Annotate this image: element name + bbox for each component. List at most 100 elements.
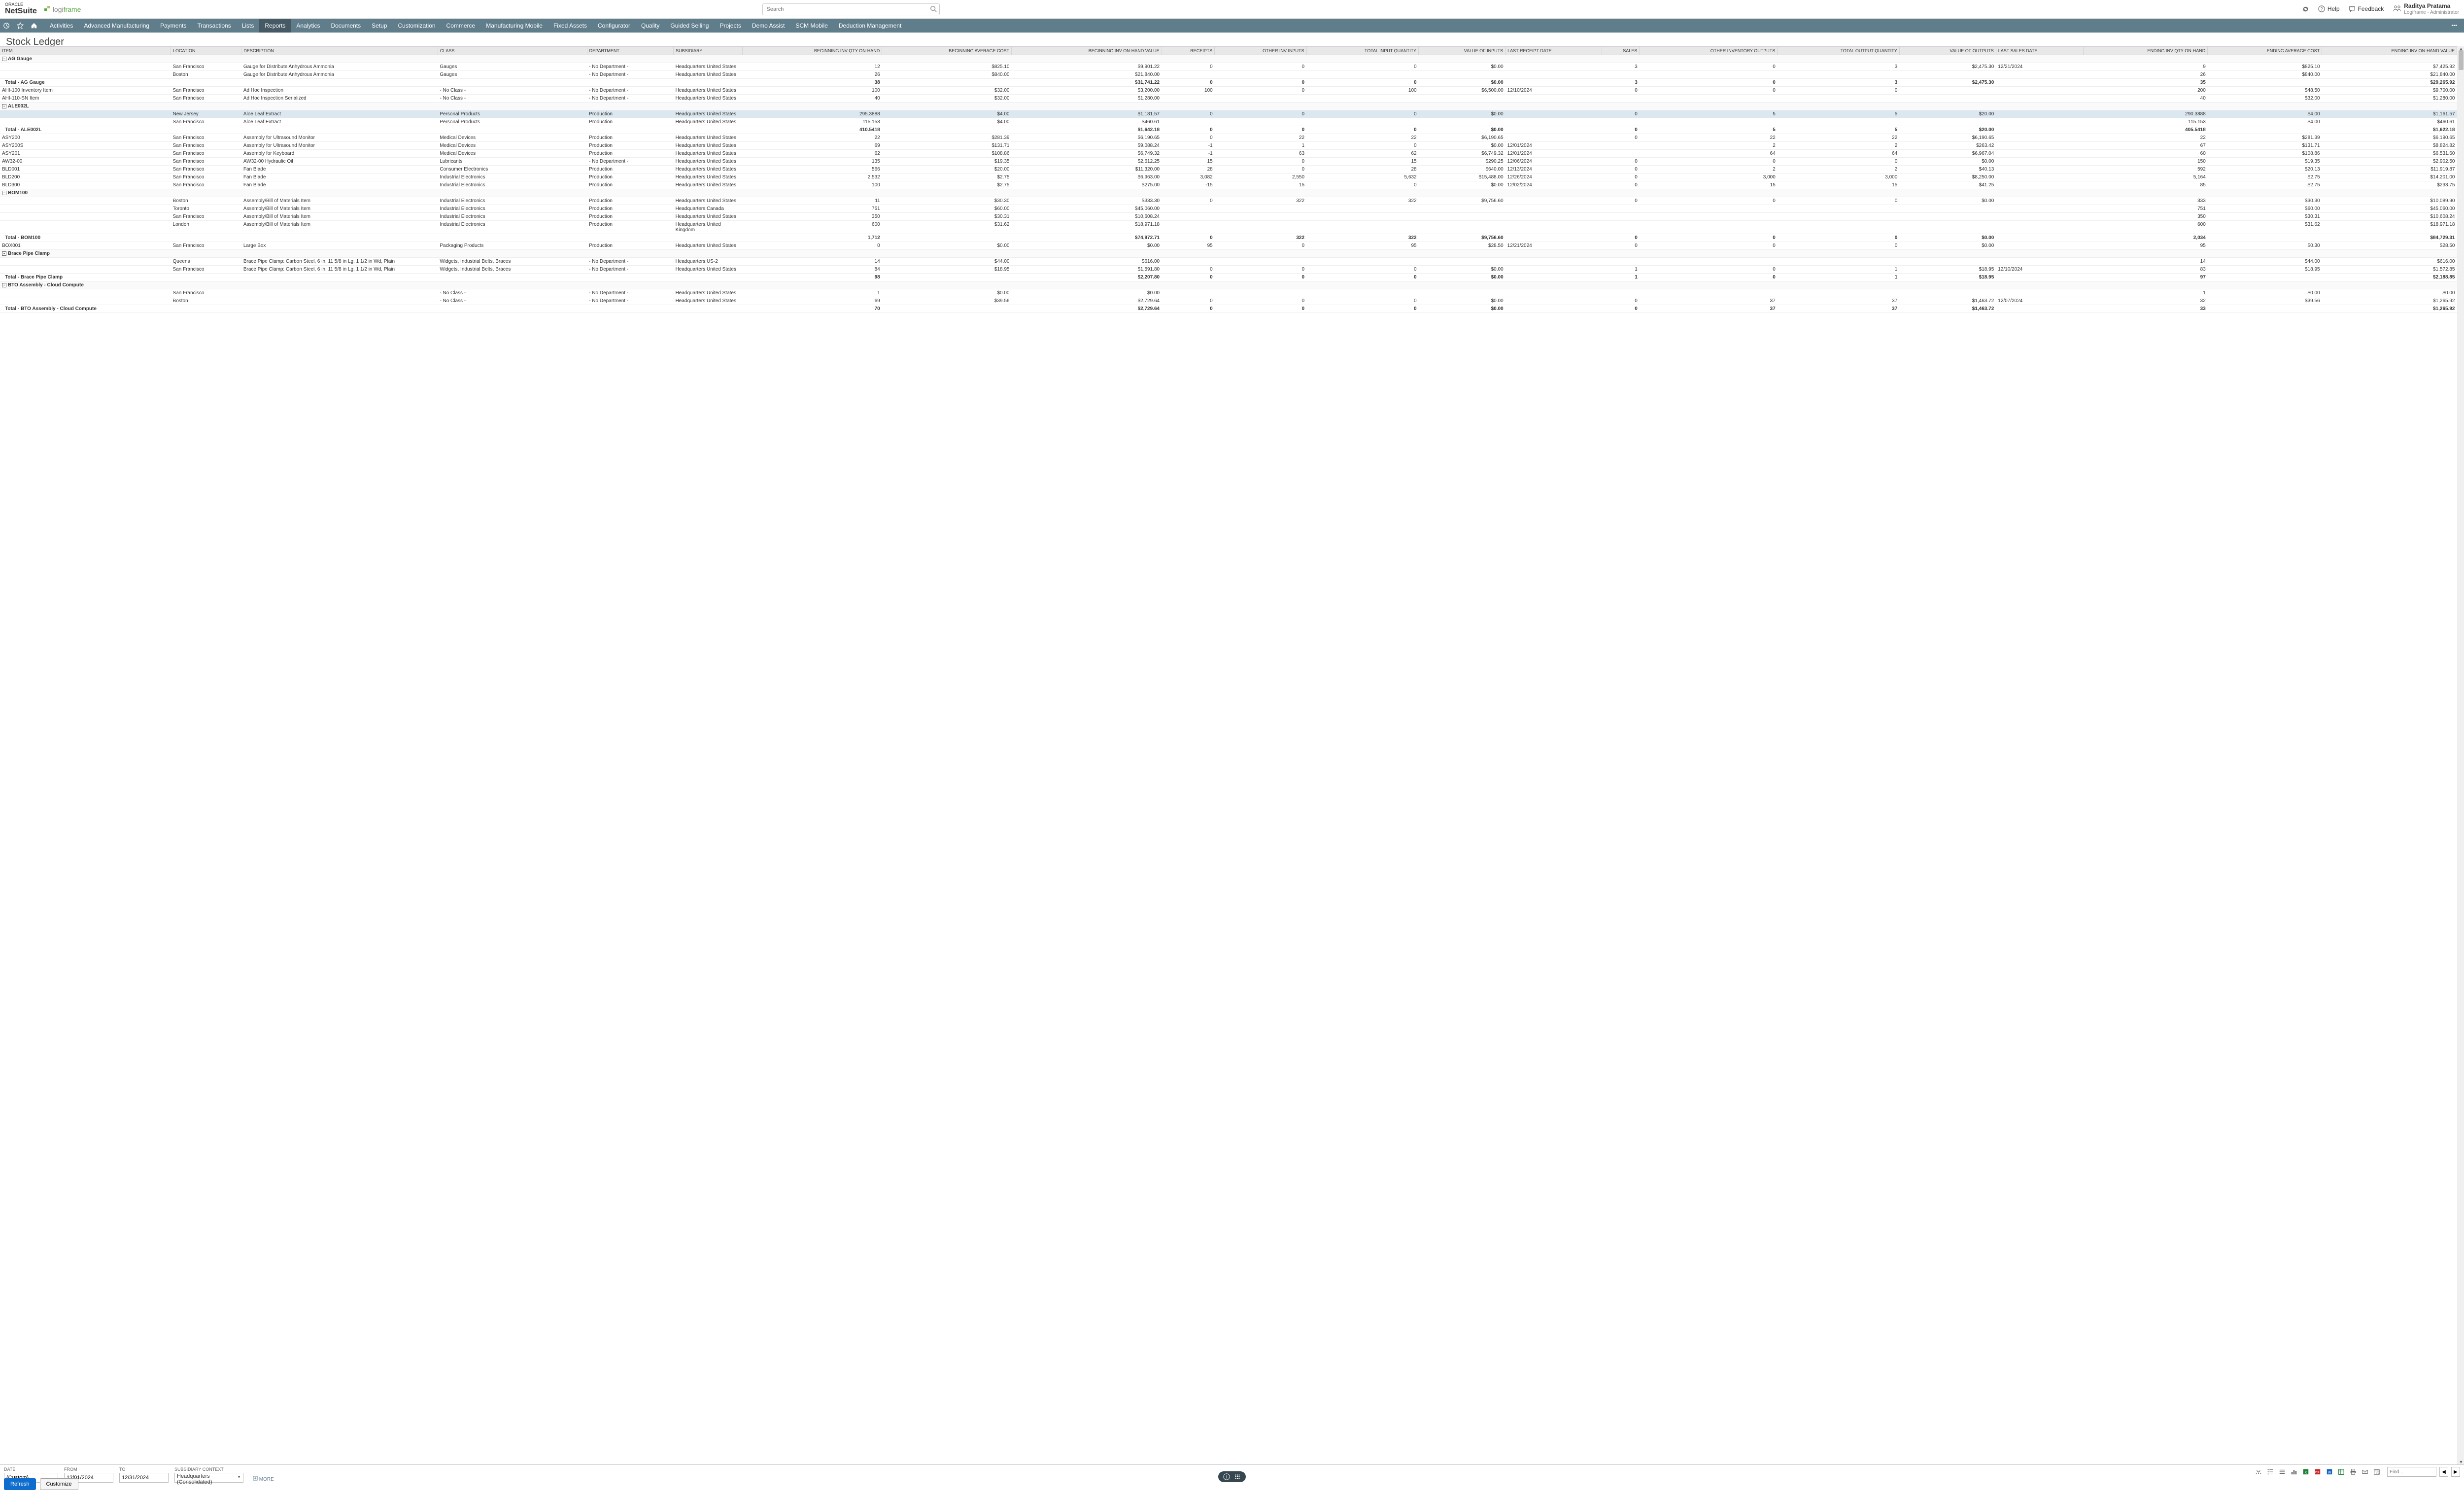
recent-icon[interactable]	[3, 22, 17, 29]
table-row[interactable]: ASY200SSan FranciscoAssembly for Ultraso…	[0, 142, 2457, 150]
col-header[interactable]: LAST RECEIPT DATE	[1506, 47, 1602, 55]
list-icon[interactable]	[2279, 1468, 2286, 1475]
col-header[interactable]: RECEIPTS	[1162, 47, 1215, 55]
floating-helper[interactable]: i	[1218, 1471, 1246, 1482]
more-filters-link[interactable]: MORE	[253, 1476, 274, 1482]
table-row[interactable]: San FranciscoAloe Leaf ExtractPersonal P…	[0, 118, 2457, 126]
col-header[interactable]: SALES	[1602, 47, 1640, 55]
scroll-thumb[interactable]	[2459, 50, 2464, 70]
subsidiary-select[interactable]: Headquarters (Consolidated)	[174, 1473, 243, 1483]
col-header[interactable]: OTHER INVENTORY OUTPUTS	[1640, 47, 1778, 55]
export-csv-icon[interactable]	[2338, 1468, 2345, 1475]
help-link[interactable]: ? Help	[2318, 5, 2340, 12]
chart-icon[interactable]	[2291, 1468, 2297, 1475]
expand-toggle[interactable]: -	[2, 57, 6, 61]
user-menu[interactable]: Raditya Pratama Logiframe - Administrato…	[2393, 2, 2459, 15]
nav-analytics[interactable]: Analytics	[291, 19, 325, 33]
col-header[interactable]: TOTAL INPUT QUANTITY	[1306, 47, 1419, 55]
export-pdf-icon[interactable]: PDF	[2314, 1468, 2321, 1475]
table-row[interactable]: -BOM100	[0, 189, 2457, 197]
info-icon[interactable]: i	[1223, 1473, 1230, 1480]
schedule-icon[interactable]	[2373, 1468, 2380, 1475]
nav-transactions[interactable]: Transactions	[192, 19, 236, 33]
nav-guided-selling[interactable]: Guided Selling	[665, 19, 714, 33]
col-header[interactable]: VALUE OF OUTPUTS	[1899, 47, 1996, 55]
table-row[interactable]: BostonAssembly/Bill of Materials ItemInd…	[0, 197, 2457, 205]
sync-icon[interactable]	[2302, 5, 2309, 13]
nav-manufacturing-mobile[interactable]: Manufacturing Mobile	[480, 19, 548, 33]
outline-icon[interactable]	[2267, 1468, 2274, 1475]
table-row[interactable]: AW32-00San FranciscoAW32-00 Hydraulic Oi…	[0, 158, 2457, 166]
table-row[interactable]: San FranciscoBrace Pipe Clamp: Carbon St…	[0, 266, 2457, 274]
table-row[interactable]: AHI-100 Inventory ItemSan FranciscoAd Ho…	[0, 87, 2457, 95]
export-doc-icon[interactable]: W	[2326, 1468, 2333, 1475]
col-header[interactable]: BEGINNING INV ON-HAND VALUE	[1011, 47, 1162, 55]
col-header[interactable]: BEGINNING AVERAGE COST	[882, 47, 1012, 55]
col-header[interactable]: LOCATION	[171, 47, 241, 55]
refresh-button[interactable]: Refresh	[4, 1478, 36, 1490]
nav-advanced-manufacturing[interactable]: Advanced Manufacturing	[78, 19, 155, 33]
table-row[interactable]: ASY201San FranciscoAssembly for Keyboard…	[0, 150, 2457, 158]
nav-customization[interactable]: Customization	[393, 19, 441, 33]
nav-reports[interactable]: Reports	[259, 19, 291, 33]
table-row[interactable]: Total - AG Gauge38$31,741.22000$0.00303$…	[0, 79, 2457, 87]
table-row[interactable]: San Francisco- No Class -- No Department…	[0, 289, 2457, 297]
col-header[interactable]: ITEM	[0, 47, 171, 55]
expand-toggle[interactable]: -	[2, 104, 6, 108]
col-header[interactable]: OTHER INV INPUTS	[1215, 47, 1306, 55]
table-row[interactable]: BLD300San FranciscoFan BladeIndustrial E…	[0, 181, 2457, 189]
table-row[interactable]: Total - BOM1001,712$74,972.710322322$9,7…	[0, 234, 2457, 242]
table-row[interactable]: BLD001San FranciscoFan BladeConsumer Ele…	[0, 166, 2457, 174]
home-icon[interactable]	[31, 22, 44, 29]
col-header[interactable]: DESCRIPTION	[241, 47, 438, 55]
favorite-icon[interactable]	[17, 22, 31, 29]
table-row[interactable]: -ALE002L	[0, 103, 2457, 110]
to-date-input[interactable]	[119, 1473, 169, 1483]
table-row[interactable]: Total - Brace Pipe Clamp98$2,207.80000$0…	[0, 274, 2457, 281]
expand-toggle[interactable]: -	[2, 251, 6, 256]
table-row[interactable]: Boston- No Class -- No Department -Headq…	[0, 297, 2457, 305]
scroll-down-arrow[interactable]: ▼	[2458, 1459, 2464, 1464]
nav-scm-mobile[interactable]: SCM Mobile	[790, 19, 833, 33]
grid-icon[interactable]	[1234, 1473, 1241, 1480]
find-next-button[interactable]: ▶	[2451, 1467, 2460, 1477]
nav-fixed-assets[interactable]: Fixed Assets	[548, 19, 592, 33]
nav-projects[interactable]: Projects	[714, 19, 746, 33]
find-prev-button[interactable]: ◀	[2439, 1467, 2448, 1477]
table-row[interactable]: LondonAssembly/Bill of Materials ItemInd…	[0, 221, 2457, 234]
table-row[interactable]: BOX001San FranciscoLarge BoxPackaging Pr…	[0, 242, 2457, 250]
nav-lists[interactable]: Lists	[237, 19, 260, 33]
print-icon[interactable]	[2350, 1468, 2357, 1475]
table-row[interactable]: San FranciscoAssembly/Bill of Materials …	[0, 213, 2457, 221]
expand-toggle[interactable]: -	[2, 191, 6, 195]
table-row[interactable]: San FranciscoGauge for Distribute Anhydr…	[0, 63, 2457, 71]
nav-payments[interactable]: Payments	[155, 19, 192, 33]
search-input[interactable]	[762, 3, 940, 15]
table-row[interactable]: BostonGauge for Distribute Anhydrous Amm…	[0, 71, 2457, 79]
nav-commerce[interactable]: Commerce	[441, 19, 481, 33]
options-icon[interactable]	[2255, 1468, 2262, 1475]
vertical-scrollbar[interactable]: ▲ ▼	[2458, 46, 2464, 1464]
col-header[interactable]: SUBSIDIARY	[674, 47, 742, 55]
nav-overflow-icon[interactable]: •••	[2447, 23, 2461, 29]
table-row[interactable]: -BTO Assembly - Cloud Compute	[0, 281, 2457, 289]
nav-demo-assist[interactable]: Demo Assist	[747, 19, 790, 33]
expand-toggle[interactable]: -	[2, 283, 6, 287]
table-row[interactable]: -Brace Pipe Clamp	[0, 250, 2457, 258]
col-header[interactable]: ENDING INV QTY ON-HAND	[2083, 47, 2208, 55]
customize-button[interactable]: Customize	[40, 1478, 78, 1490]
col-header[interactable]: TOTAL OUTPUT QUANTITY	[1778, 47, 1899, 55]
table-row[interactable]: QueensBrace Pipe Clamp: Carbon Steel, 6 …	[0, 258, 2457, 266]
table-row[interactable]: New JerseyAloe Leaf ExtractPersonal Prod…	[0, 110, 2457, 118]
table-row[interactable]: BLD200San FranciscoFan BladeIndustrial E…	[0, 174, 2457, 181]
nav-setup[interactable]: Setup	[366, 19, 392, 33]
nav-quality[interactable]: Quality	[636, 19, 665, 33]
nav-activities[interactable]: Activities	[44, 19, 78, 33]
feedback-link[interactable]: Feedback	[2349, 5, 2384, 12]
table-row[interactable]: ASY200San FranciscoAssembly for Ultrasou…	[0, 134, 2457, 142]
col-header[interactable]: CLASS	[438, 47, 587, 55]
nav-configurator[interactable]: Configurator	[592, 19, 636, 33]
col-header[interactable]: BEGINNING INV QTY ON-HAND	[742, 47, 882, 55]
col-header[interactable]: ENDING AVERAGE COST	[2208, 47, 2322, 55]
table-row[interactable]: Total - ALE002L410.5418$1,642.18000$0.00…	[0, 126, 2457, 134]
